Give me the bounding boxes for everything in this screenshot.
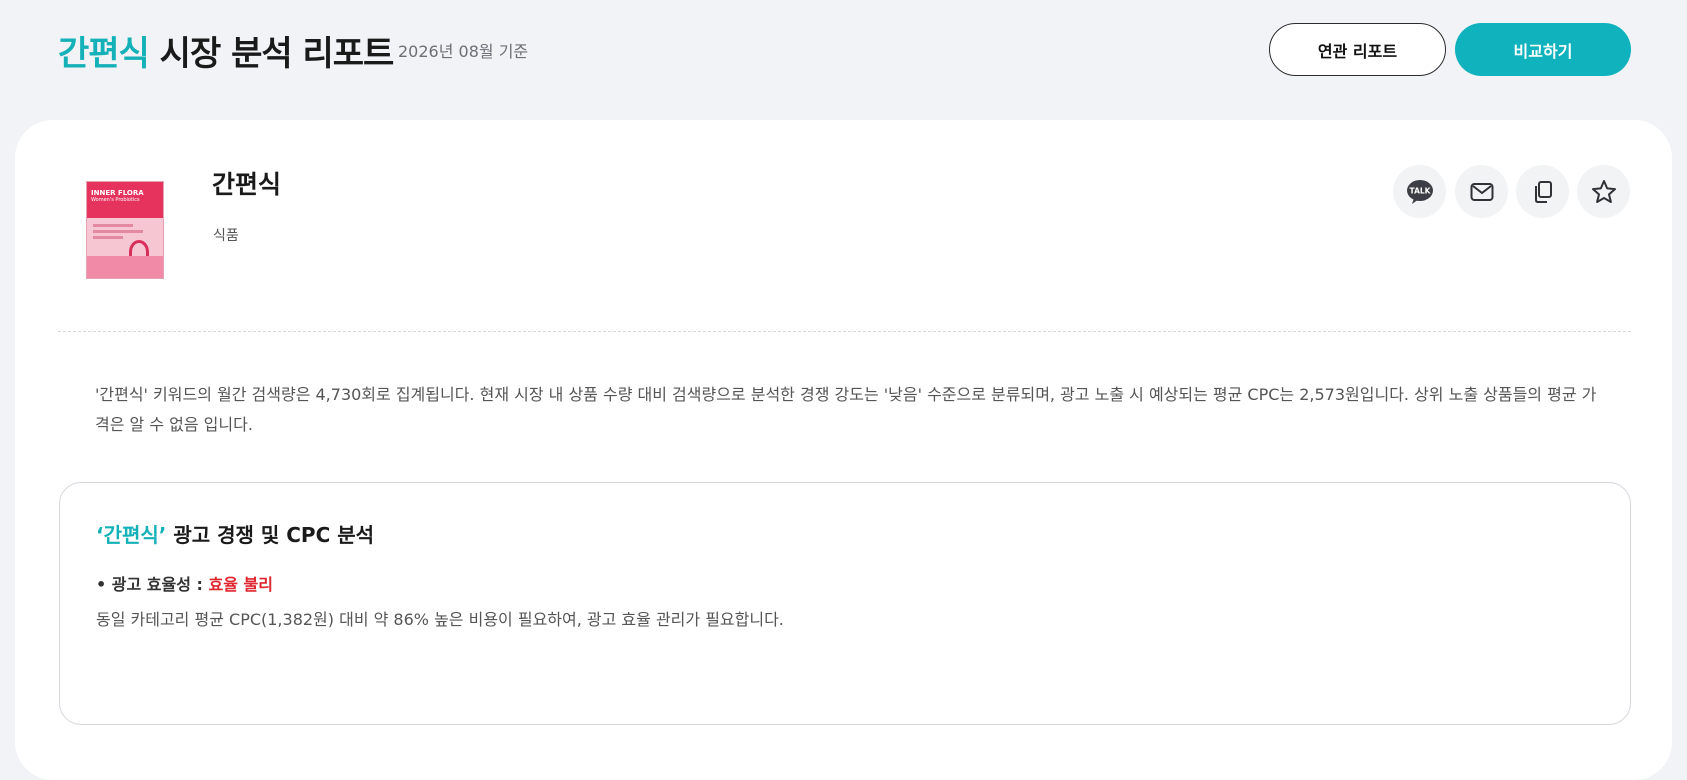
product-category: 식품 [213,228,239,244]
analysis-title-keyword: ‘간편식’ [96,523,167,547]
analysis-title-rest: 광고 경쟁 및 CPC 분석 [166,523,375,547]
compare-button[interactable]: 비교하기 [1455,23,1631,76]
cpc-analysis-box: ‘간편식’ 광고 경쟁 및 CPC 분석 • 광고 효율성 : 효율 불리 동일… [59,482,1631,725]
svg-text:TALK: TALK [1409,186,1431,195]
copy-link-button[interactable] [1516,165,1569,218]
product-image: INNER FLORA Women's Probiotics [86,181,164,279]
ad-efficiency-label: • 광고 효율성 : [96,575,209,594]
page-header: 간편식 시장 분석 리포트 2026년 08월 기준 연관 리포트 비교하기 [0,0,1687,120]
product-name: 간편식 [212,170,282,199]
kakao-talk-icon: TALK [1406,179,1433,204]
market-summary: '간편식' 키워드의 월간 검색량은 4,730회로 집계됩니다. 현재 시장 … [95,385,1597,434]
copy-icon [1534,180,1552,203]
ad-efficiency-value: 효율 불리 [208,575,273,594]
page-title-keyword: 간편식 [58,34,150,74]
bookmark-button[interactable] [1577,165,1630,218]
product-image-subtitle: Women's Probiotics [91,196,140,203]
analysis-title: ‘간편식’ 광고 경쟁 및 CPC 분석 [96,519,374,548]
star-icon [1591,179,1616,203]
analysis-description: 동일 카테고리 평균 CPC(1,382원) 대비 약 86% 높은 비용이 필… [96,610,784,629]
product-image-label: INNER FLORA Women's Probiotics [87,182,163,218]
page-title-rest: 시장 분석 리포트 [148,34,395,74]
page-title: 간편식 시장 분석 리포트 [58,26,395,75]
related-report-button[interactable]: 연관 리포트 [1269,23,1446,76]
report-date: 2026년 08월 기준 [398,42,529,61]
mail-share-button[interactable] [1455,165,1508,218]
kakao-talk-share-button[interactable]: TALK [1393,165,1446,218]
product-image-brand: INNER FLORA [91,189,144,197]
ad-efficiency: • 광고 효율성 : 효율 불리 [96,571,273,595]
section-divider [58,331,1631,332]
mail-icon [1470,182,1493,201]
